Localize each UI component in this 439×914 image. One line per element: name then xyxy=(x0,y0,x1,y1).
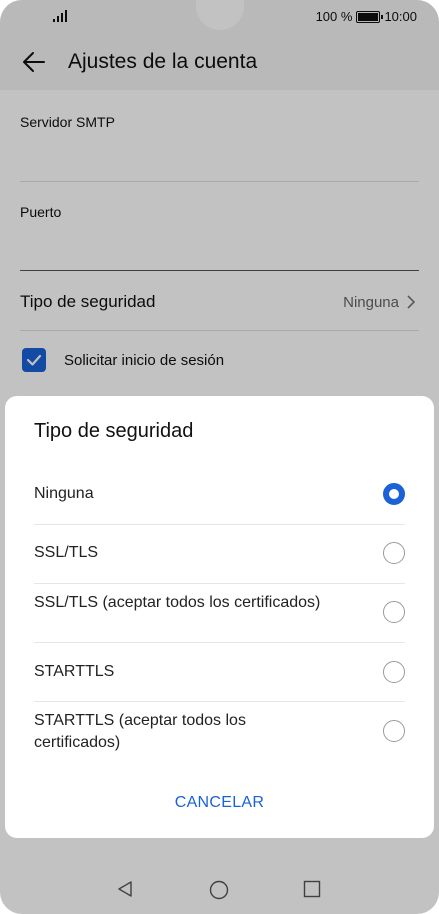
option-ssl-tls-all-certs[interactable]: SSL/TLS (aceptar todos los certificados) xyxy=(34,591,405,635)
radio-unselected[interactable] xyxy=(383,542,405,564)
option-label: STARTTLS xyxy=(34,663,115,680)
option-label: STARTTLS (aceptar todos los certificados… xyxy=(34,712,246,751)
option-label: SSL/TLS xyxy=(34,544,99,561)
option-ssl-tls[interactable]: SSL/TLS xyxy=(34,542,405,564)
option-starttls[interactable]: STARTTLS xyxy=(34,661,405,683)
radio-selected[interactable] xyxy=(383,483,405,505)
option-ninguna[interactable]: Ninguna xyxy=(34,483,405,505)
divider xyxy=(34,583,405,584)
option-starttls-all-certs[interactable]: STARTTLS (aceptar todos los certificados… xyxy=(34,709,405,753)
radio-unselected[interactable] xyxy=(383,601,405,623)
radio-unselected[interactable] xyxy=(383,661,405,683)
option-label: SSL/TLS (aceptar todos los certificados) xyxy=(34,594,321,611)
security-type-dialog: Tipo de seguridad Ninguna SSL/TLS SSL/TL… xyxy=(5,396,434,838)
dialog-title: Tipo de seguridad xyxy=(34,420,194,442)
divider xyxy=(34,524,405,525)
phone-frame: 100 % 10:00 Ajustes de la cuenta Servido… xyxy=(0,0,439,914)
divider xyxy=(34,701,405,702)
divider xyxy=(34,642,405,643)
option-label: Ninguna xyxy=(34,485,94,502)
cancel-button[interactable]: CANCELAR xyxy=(5,794,434,812)
radio-unselected[interactable] xyxy=(383,720,405,742)
